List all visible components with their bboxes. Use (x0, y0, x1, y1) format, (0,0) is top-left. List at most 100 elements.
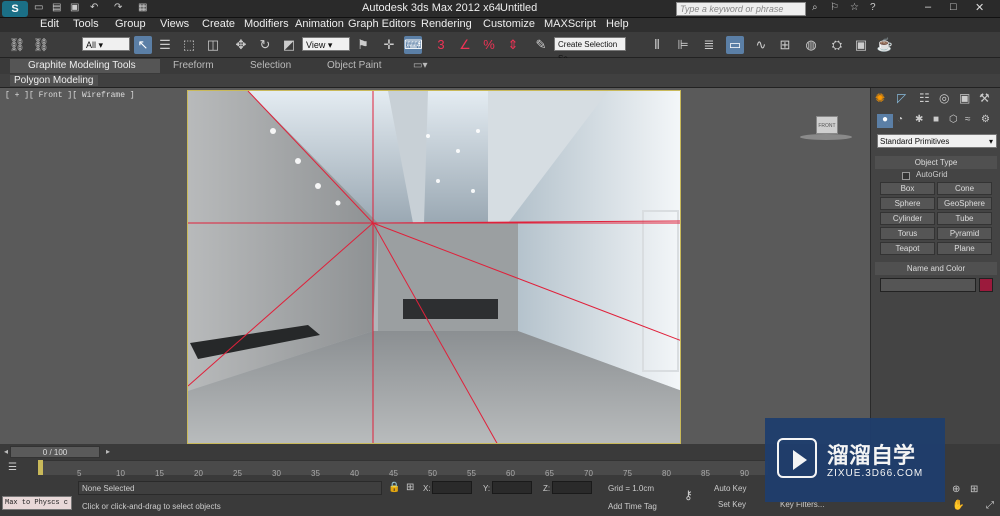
display-panel-icon[interactable]: ▣ (959, 91, 970, 105)
layer-manager-icon[interactable]: ≣ (700, 36, 718, 54)
geosphere-button[interactable]: GeoSphere (937, 197, 992, 210)
teapot-button[interactable]: Teapot (880, 242, 935, 255)
x-coordinate-field[interactable] (432, 481, 472, 494)
open-file-icon[interactable]: ▤ (52, 2, 61, 13)
lock-selection-icon[interactable]: 🔒 (388, 482, 400, 493)
nav-pan-icon[interactable]: ✋ (952, 500, 964, 511)
mirror-icon[interactable]: ⫴ (648, 36, 666, 54)
motion-panel-icon[interactable]: ◎ (939, 91, 949, 105)
cylinder-button[interactable]: Cylinder (880, 212, 935, 225)
subscription-icon[interactable]: ⚐ (830, 2, 839, 13)
timeline-track[interactable] (40, 460, 768, 475)
tab-object-paint[interactable]: Object Paint (327, 60, 381, 71)
window-crossing-icon[interactable]: ◫ (204, 36, 222, 54)
tab-selection[interactable]: Selection (250, 60, 291, 71)
torus-button[interactable]: Torus (880, 227, 935, 240)
unlink-icon[interactable]: ⛓ (32, 36, 50, 54)
menu-help[interactable]: Help (606, 18, 629, 30)
select-by-name-icon[interactable]: ☰ (156, 36, 174, 54)
auto-key-button[interactable]: Auto Key (714, 484, 746, 493)
graphite-toggle-icon[interactable]: ▭ (726, 36, 744, 54)
menu-group[interactable]: Group (115, 18, 146, 30)
help-icon[interactable]: ? (870, 2, 876, 13)
material-editor-icon[interactable]: ◍ (802, 36, 820, 54)
ribbon-options-icon[interactable]: ▭▾ (413, 60, 427, 71)
nav-zoom-all-icon[interactable]: ⊞ (970, 484, 978, 495)
rect-selection-icon[interactable]: ⬚ (180, 36, 198, 54)
tab-freeform[interactable]: Freeform (173, 60, 214, 71)
shapes-icon[interactable]: ◔ (897, 114, 903, 125)
modify-panel-icon[interactable]: ◸ (897, 91, 906, 105)
y-coordinate-field[interactable] (492, 481, 532, 494)
category-dropdown[interactable]: Standard Primitives ▾ (877, 134, 997, 148)
named-selection-dropdown[interactable]: Create Selection Se (554, 37, 626, 63)
rendered-frame-icon[interactable]: ▣ (852, 36, 870, 54)
pivot-center-icon[interactable]: ⚑ (354, 36, 372, 54)
selection-filter-dropdown[interactable]: All ▾ (82, 37, 130, 51)
rotate-icon[interactable]: ↻ (256, 36, 274, 54)
angle-snap-icon[interactable]: ∠ (456, 36, 474, 54)
menu-customize[interactable]: Customize (483, 18, 535, 30)
scale-icon[interactable]: ◩ (280, 36, 298, 54)
curve-editor-icon[interactable]: ∿ (752, 36, 770, 54)
tab-graphite-modeling-tools[interactable]: Graphite Modeling Tools (10, 59, 160, 73)
spinner-snap-icon[interactable]: ⇕ (504, 36, 522, 54)
communication-icon[interactable]: ☆ (850, 2, 859, 13)
object-type-rollout-header[interactable]: Object Type (875, 156, 997, 169)
menu-modifiers[interactable]: Modifiers (244, 18, 289, 30)
keyboard-shortcut-icon[interactable]: ⌨ (404, 36, 423, 54)
name-color-rollout-header[interactable]: Name and Color (875, 262, 997, 275)
menu-graph-editors[interactable]: Graph Editors (348, 18, 416, 30)
geometry-icon[interactable]: ● (877, 114, 893, 128)
subtab-polygon-modeling[interactable]: Polygon Modeling (10, 75, 98, 86)
viewcube-front-face[interactable]: FRONT (816, 116, 838, 134)
close-button[interactable]: ✕ (975, 1, 984, 14)
tube-button[interactable]: Tube (937, 212, 992, 225)
undo-icon[interactable]: ↶ (90, 2, 98, 13)
percent-snap-icon[interactable]: % (480, 36, 498, 54)
spacewarps-icon[interactable]: ≈ (965, 114, 971, 125)
save-icon[interactable]: ▣ (70, 2, 79, 13)
app-logo-icon[interactable]: S (2, 1, 28, 17)
reference-coord-dropdown[interactable]: View ▾ (302, 37, 350, 51)
menu-tools[interactable]: Tools (73, 18, 99, 30)
nav-zoom-icon[interactable]: ⊕ (952, 484, 960, 495)
autogrid-checkbox[interactable] (902, 172, 910, 180)
search-input[interactable]: Type a keyword or phrase (676, 2, 806, 16)
edit-named-selection-icon[interactable]: ✎ (532, 36, 550, 54)
front-viewport[interactable]: [ + ][ Front ][ Wireframe ] FRONT (0, 88, 870, 444)
new-file-icon[interactable]: ▭ (34, 2, 43, 13)
cone-button[interactable]: Cone (937, 182, 992, 195)
z-coordinate-field[interactable] (552, 481, 592, 494)
menu-animation[interactable]: Animation (295, 18, 344, 30)
set-key-button[interactable]: Set Key (718, 500, 746, 509)
viewport-label[interactable]: [ + ][ Front ][ Wireframe ] (5, 91, 135, 100)
object-name-input[interactable] (880, 278, 976, 292)
minimize-button[interactable]: – (925, 1, 931, 13)
nav-maximize-icon[interactable]: ⤢ (986, 500, 994, 511)
timeline-options-icon[interactable]: ☰ (8, 462, 17, 473)
object-color-swatch[interactable] (979, 278, 993, 292)
create-panel-icon[interactable]: ✺ (875, 91, 885, 105)
select-object-icon[interactable]: ↖ (134, 36, 152, 54)
move-icon[interactable]: ✥ (232, 36, 250, 54)
lights-icon[interactable]: ✱ (915, 114, 923, 125)
sphere-button[interactable]: Sphere (880, 197, 935, 210)
binoculars-icon[interactable]: ⌕ (812, 2, 818, 13)
manipulate-icon[interactable]: ✛ (380, 36, 398, 54)
add-time-tag-button[interactable]: Add Time Tag (608, 502, 657, 511)
menu-edit[interactable]: Edit (40, 18, 59, 30)
pyramid-button[interactable]: Pyramid (937, 227, 992, 240)
absolute-mode-icon[interactable]: ⊞ (406, 482, 414, 493)
plane-button[interactable]: Plane (937, 242, 992, 255)
schematic-view-icon[interactable]: ⊞ (776, 36, 794, 54)
link-icon[interactable]: ⛓ (8, 36, 26, 54)
time-slider-handle[interactable] (38, 460, 43, 475)
utilities-panel-icon[interactable]: ⚒ (979, 91, 990, 105)
align-icon[interactable]: ⊫ (674, 36, 692, 54)
render-setup-icon[interactable]: ⛭ (828, 36, 846, 54)
cameras-icon[interactable]: ■ (933, 114, 939, 125)
helpers-icon[interactable]: ⬡ (949, 114, 958, 125)
redo-icon[interactable]: ↷ (114, 2, 122, 13)
set-key-icon[interactable]: ⚷ (684, 488, 693, 502)
